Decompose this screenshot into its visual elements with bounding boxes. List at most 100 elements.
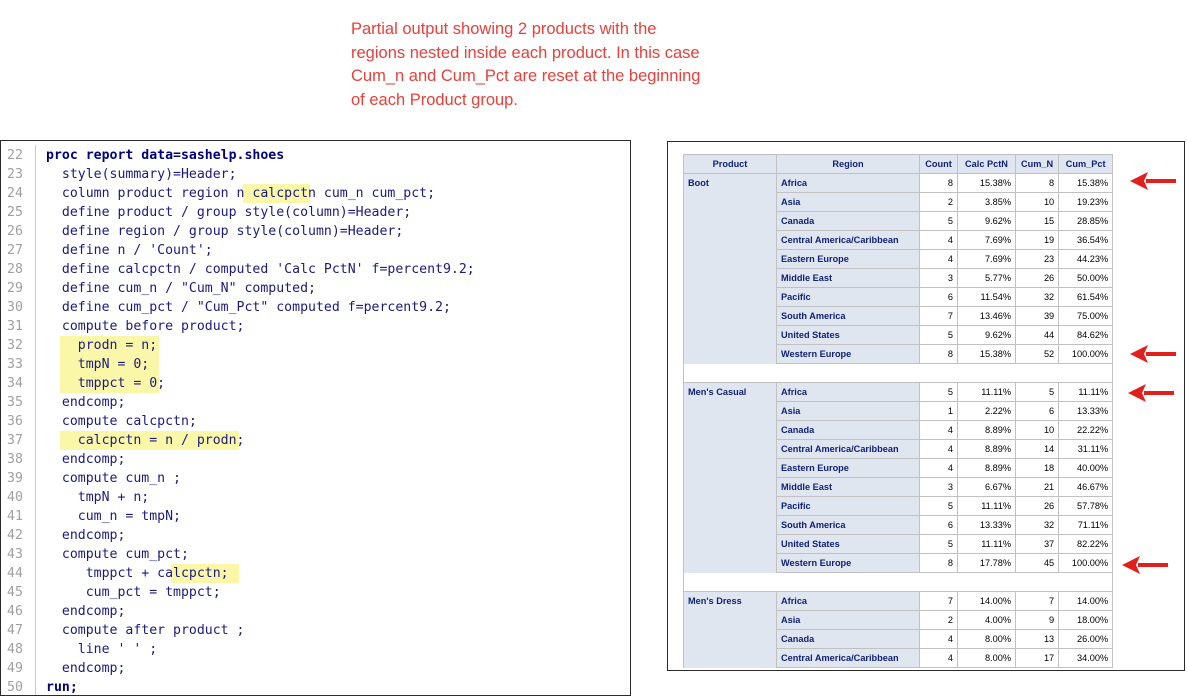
code-text: column product region n calcpctn cum_n c…	[46, 186, 436, 201]
table-row: Central America/Caribbean 4 8.89% 14 31.11%	[683, 439, 1114, 459]
code-text: define cum_pct / "Cum_Pct" computed f=pe…	[46, 300, 451, 315]
region-cell: Asia	[776, 610, 920, 630]
line-number: 49	[7, 661, 23, 676]
table-row: Canada 4 8.00% 13 26.00%	[683, 629, 1114, 649]
count-cell: 8	[919, 344, 958, 364]
count-cell: 5	[919, 211, 958, 231]
product-cell	[683, 477, 777, 497]
code-text: compute calcpctn;	[46, 414, 197, 429]
calc-pctn-cell: 15.38%	[957, 173, 1016, 193]
line-number: 32	[7, 338, 23, 353]
annotation-line: of each Product group.	[351, 90, 518, 109]
code-text: define cum_n / "Cum_N" computed;	[46, 281, 316, 296]
region-cell: South America	[776, 306, 920, 326]
code-line: 42 endcomp;	[1, 526, 626, 545]
col-header-cum-pct: Cum_Pct	[1058, 154, 1114, 174]
cum-pct-cell: 82.22%	[1058, 534, 1114, 554]
calc-pctn-cell: 9.62%	[957, 325, 1016, 345]
group-spacer-row	[682, 363, 1114, 383]
code-text: prodn = n;	[46, 338, 158, 353]
cum-n-cell: 32	[1014, 287, 1060, 307]
region-cell: Africa	[776, 591, 920, 611]
code-line: 48 line ' ' ;	[1, 640, 626, 659]
line-number: 29	[7, 281, 23, 296]
region-cell: Canada	[776, 420, 920, 440]
code-line: 26 define region / group style(column)=H…	[1, 222, 626, 241]
cum-n-cell: 32	[1014, 515, 1060, 535]
cum-pct-cell: 15.38%	[1058, 173, 1114, 193]
code-line: 23 style(summary)=Header;	[1, 165, 626, 184]
cum-n-cell: 44	[1014, 325, 1060, 345]
line-number: 22	[7, 148, 23, 163]
cum-pct-cell: 36.54%	[1058, 230, 1114, 250]
code-editor-panel[interactable]: 22 proc report data=sashelp.shoes 23 style…	[0, 140, 631, 696]
cum-n-cell: 14	[1014, 439, 1060, 459]
count-cell: 4	[919, 420, 958, 440]
line-number: 28	[7, 262, 23, 277]
code-text: tmpN + n;	[46, 490, 150, 505]
code-line: 29 define cum_n / "Cum_N" computed;	[1, 279, 626, 298]
line-number: 24	[7, 186, 23, 201]
code-text: cum_n = tmpN;	[46, 509, 181, 524]
cum-n-cell: 23	[1014, 249, 1060, 269]
code-text: compute cum_pct;	[46, 547, 189, 562]
region-cell: Central America/Caribbean	[776, 648, 920, 668]
report-table: Product Region Count Calc PctN Cum_N Cum…	[682, 154, 1114, 668]
report-output-panel[interactable]: Product Region Count Calc PctN Cum_N Cum…	[667, 141, 1185, 671]
cum-n-cell: 52	[1014, 344, 1060, 364]
calc-pctn-cell: 14.00%	[957, 591, 1016, 611]
region-cell: United States	[776, 534, 920, 554]
region-cell: Africa	[776, 173, 920, 193]
col-header-calc-pctn: Calc PctN	[957, 154, 1016, 174]
calc-pctn-cell: 6.67%	[957, 477, 1016, 497]
cum-pct-cell: 13.33%	[1058, 401, 1114, 421]
count-cell: 6	[919, 515, 958, 535]
cum-n-cell: 26	[1014, 268, 1060, 288]
table-row: Asia 2 4.00% 9 18.00%	[683, 610, 1114, 630]
code-text: endcomp;	[46, 528, 126, 543]
calc-pctn-cell: 11.54%	[957, 287, 1016, 307]
count-cell: 4	[919, 458, 958, 478]
product-cell: Men's Casual	[683, 382, 777, 402]
code-line: 44 tmppct + calcpctn;	[1, 564, 626, 583]
line-number: 35	[7, 395, 23, 410]
product-cell: Boot	[683, 173, 777, 193]
code-line: 39 compute cum_n ;	[1, 469, 626, 488]
calc-pctn-cell: 13.46%	[957, 306, 1016, 326]
code-line: 25 define product / group style(column)=…	[1, 203, 626, 222]
line-number: 27	[7, 243, 23, 258]
region-cell: Middle East	[776, 477, 920, 497]
product-cell	[683, 515, 777, 535]
cum-pct-cell: 14.00%	[1058, 591, 1114, 611]
product-cell	[683, 249, 777, 269]
table-row: Central America/Caribbean 4 8.00% 17 34.00%	[683, 648, 1114, 668]
code-text: define calcpctn / computed 'Calc PctN' f…	[46, 262, 475, 277]
code-text: cum_pct = tmppct;	[46, 585, 221, 600]
product-cell	[683, 287, 777, 307]
product-cell	[683, 496, 777, 516]
region-cell: Pacific	[776, 287, 920, 307]
cum-pct-cell: 11.11%	[1058, 382, 1114, 402]
cum-n-cell: 13	[1014, 629, 1060, 649]
table-row: Men's Casual Africa 5 11.11% 5 11.11%	[683, 382, 1114, 402]
count-cell: 4	[919, 439, 958, 459]
line-number: 43	[7, 547, 23, 562]
code-text: define region / group style(column)=Head…	[46, 224, 404, 239]
line-number: 34	[7, 376, 23, 391]
code-line: 38 endcomp;	[1, 450, 626, 469]
count-cell: 2	[919, 610, 958, 630]
table-row: Canada 4 8.89% 10 22.22%	[683, 420, 1114, 440]
region-cell: Asia	[776, 192, 920, 212]
table-row: Western Europe 8 15.38% 52 100.00%	[683, 344, 1114, 364]
cum-pct-cell: 84.62%	[1058, 325, 1114, 345]
count-cell: 4	[919, 648, 958, 668]
col-header-product: Product	[683, 154, 777, 174]
table-row: Asia 2 3.85% 10 19.23%	[683, 192, 1114, 212]
calc-pctn-cell: 8.89%	[957, 439, 1016, 459]
product-cell	[683, 401, 777, 421]
table-row: United States 5 11.11% 37 82.22%	[683, 534, 1114, 554]
code-line: 36 compute calcpctn;	[1, 412, 626, 431]
code-line: 35 endcomp;	[1, 393, 626, 412]
product-cell	[683, 306, 777, 326]
cum-n-cell: 19	[1014, 230, 1060, 250]
